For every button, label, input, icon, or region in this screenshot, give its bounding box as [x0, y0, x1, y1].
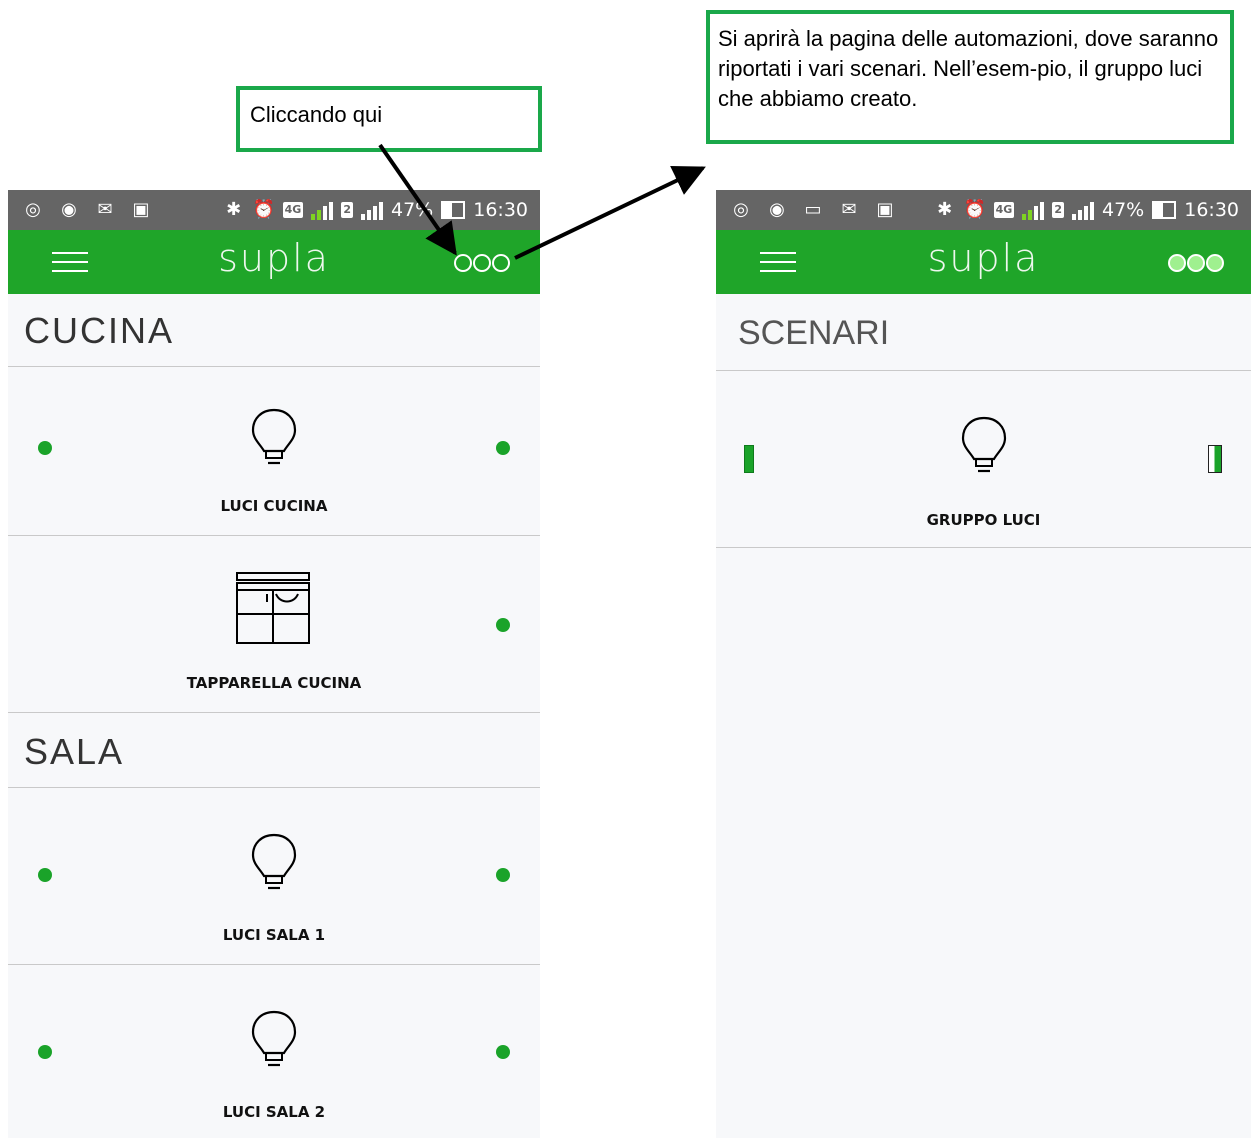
status-bar: ◎ ◉ ▭ ✉ ▣ ✱ ⏰ 4G 2 47% 16:30: [716, 190, 1251, 230]
status-dot-right: [496, 441, 510, 455]
status-dot-right: [496, 618, 510, 632]
sim2-badge: 2: [341, 202, 353, 218]
battery-percent: 47%: [1102, 199, 1145, 221]
mail-icon: ✉: [97, 199, 113, 220]
status-bar: ◎ ◉ ✉ ▣ ✱ ⏰ 4G 2 47% 16:30: [8, 190, 540, 230]
status-dot-right: [496, 868, 510, 882]
signal-sim2-icon: [361, 200, 383, 220]
lightbulb-icon: [251, 833, 297, 890]
channel-row[interactable]: LUCI CUCINA: [8, 367, 540, 536]
signal-sim2-icon: [1072, 200, 1094, 220]
network-badge: 4G: [282, 202, 304, 218]
scenes-menu-icon[interactable]: [454, 254, 514, 274]
channel-row[interactable]: TAPPARELLA CUCINA: [8, 536, 540, 713]
battery-percent: 47%: [391, 199, 434, 221]
status-dot-left: [38, 1045, 52, 1059]
channel-row[interactable]: LUCI SALA 1: [8, 788, 540, 965]
channel-label: TAPPARELLA CUCINA: [186, 674, 362, 692]
battery-icon: [1152, 201, 1177, 219]
channel-row[interactable]: LUCI SALA 2: [8, 965, 540, 1138]
status-dot-right: [496, 1045, 510, 1059]
lightbulb-icon: [251, 408, 297, 465]
hotspot-icon: ◎: [733, 199, 749, 220]
scene-row[interactable]: GRUPPO LUCI: [716, 371, 1251, 548]
section-title: SALA: [24, 731, 125, 772]
arrow-to-result: [514, 166, 706, 260]
lightbulb-icon: [961, 416, 1007, 473]
scene-off-indicator: [744, 445, 754, 473]
clock: 16:30: [1184, 199, 1239, 221]
mail-icon: ✉: [841, 199, 857, 220]
signal-sim1-icon: [1022, 200, 1045, 220]
right-screen: ◎ ◉ ▭ ✉ ▣ ✱ ⏰ 4G 2 47% 16:30 supla SCENA…: [716, 190, 1251, 1138]
section-header-scenari: SCENARI: [716, 294, 1251, 371]
alarm-icon: ⏰: [252, 199, 276, 220]
callout-click-here-text: Cliccando qui: [250, 102, 383, 127]
lightbulb-icon: [251, 1010, 297, 1067]
callout-result-note-text: Si aprirà la pagina delle automazioni, d…: [718, 26, 1219, 111]
image-icon: ▭: [804, 199, 822, 220]
app-bar: supla: [8, 230, 540, 294]
hotspot-icon: ◎: [25, 199, 41, 220]
bluetooth-icon: ✱: [226, 199, 242, 220]
chat-icon: ◉: [769, 199, 785, 220]
channel-label: LUCI CUCINA: [220, 497, 328, 515]
gmail-icon: ▣: [876, 199, 894, 220]
status-dot-left: [38, 868, 52, 882]
status-dot-left: [38, 441, 52, 455]
scene-label: GRUPPO LUCI: [926, 511, 1041, 529]
channel-label: LUCI SALA 1: [222, 926, 326, 944]
scene-on-indicator: [1208, 445, 1222, 473]
callout-result-note: Si aprirà la pagina delle automazioni, d…: [706, 10, 1234, 144]
section-title: SCENARI: [738, 314, 890, 352]
signal-sim1-icon: [311, 200, 334, 220]
chat-icon: ◉: [61, 199, 77, 220]
network-badge: 4G: [993, 202, 1015, 218]
section-title: CUCINA: [24, 310, 175, 351]
battery-icon: [441, 201, 466, 219]
clock: 16:30: [473, 199, 528, 221]
scenes-menu-icon[interactable]: [1168, 254, 1228, 274]
section-header-cucina: CUCINA: [8, 294, 540, 367]
channel-label: LUCI SALA 2: [222, 1103, 326, 1121]
left-screen: ◎ ◉ ✉ ▣ ✱ ⏰ 4G 2 47% 16:30 supla CUCINA: [8, 190, 540, 1138]
section-header-sala: SALA: [8, 713, 540, 788]
window-shutter-icon: [236, 572, 310, 644]
app-bar: supla: [716, 230, 1251, 294]
alarm-icon: ⏰: [963, 199, 987, 220]
bluetooth-icon: ✱: [937, 199, 953, 220]
callout-click-here: Cliccando qui: [236, 86, 542, 152]
gmail-icon: ▣: [132, 199, 150, 220]
sim2-badge: 2: [1052, 202, 1064, 218]
